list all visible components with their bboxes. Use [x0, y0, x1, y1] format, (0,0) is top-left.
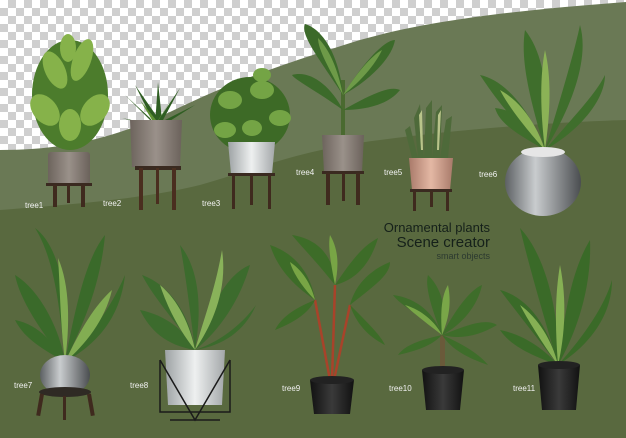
- plant-tree3: [210, 68, 291, 209]
- title-line-2: Scene creator: [396, 234, 490, 251]
- plant-tree7: [15, 228, 125, 420]
- label-tree2: tree2: [103, 199, 122, 208]
- plant-tree2: [122, 82, 195, 210]
- plant-tree4: [292, 24, 400, 205]
- label-tree3: tree3: [202, 199, 221, 208]
- title-block: Ornamental plants Scene creator smart ob…: [372, 221, 490, 262]
- label-tree11: tree11: [513, 384, 536, 393]
- plants-layer: [15, 24, 612, 422]
- plant-tree6: [480, 25, 605, 216]
- label-tree8: tree8: [130, 381, 149, 390]
- plant-tree11: [500, 228, 612, 410]
- label-tree9: tree9: [282, 384, 301, 393]
- plant-tree1: [30, 34, 110, 207]
- label-tree6: tree6: [479, 170, 498, 179]
- label-tree10: tree10: [389, 384, 412, 393]
- plant-tree8: [140, 245, 256, 422]
- label-tree7: tree7: [14, 381, 33, 390]
- label-tree5: tree5: [384, 168, 403, 177]
- canvas: tree1 tree2 tree3 tree4 tree5 tree6 tree…: [0, 0, 626, 438]
- title-line-3: smart objects: [436, 251, 490, 261]
- plant-tree5: [405, 100, 453, 211]
- label-tree1: tree1: [25, 201, 44, 210]
- label-tree4: tree4: [296, 168, 315, 177]
- title-line-1: Ornamental plants: [383, 220, 490, 235]
